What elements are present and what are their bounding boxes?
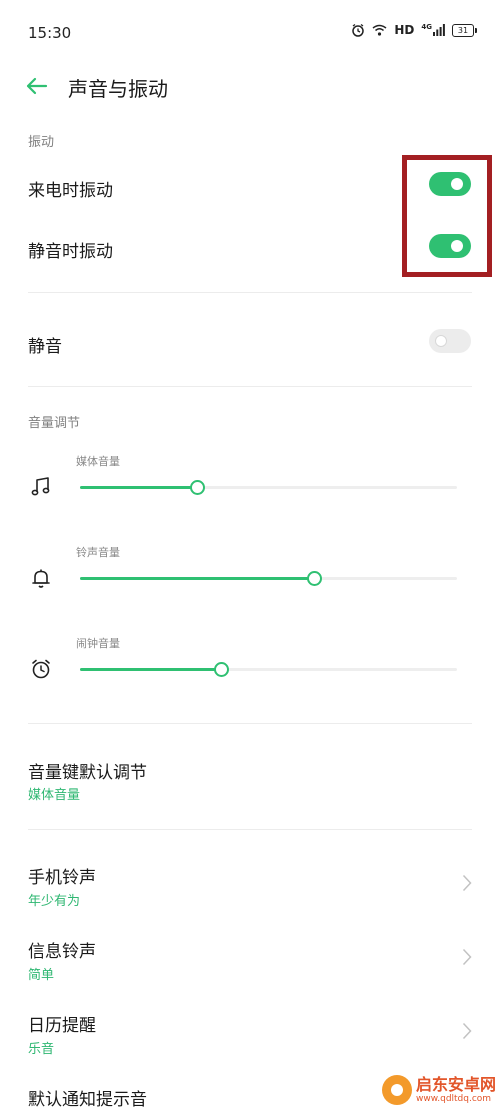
page-title: 声音与振动	[68, 77, 168, 101]
calendar-reminder-row[interactable]: 日历提醒 乐音	[0, 1000, 500, 1066]
message-ringtone-label: 信息铃声	[28, 942, 96, 962]
volume-key-default-row[interactable]: 音量键默认调节 媒体音量	[0, 745, 500, 813]
slider-fill	[80, 668, 222, 671]
divider	[28, 723, 472, 724]
wifi-icon	[372, 24, 387, 36]
volume-key-default-value: 媒体音量	[28, 788, 81, 803]
status-time: 15:30	[28, 24, 72, 42]
phone-ringtone-row[interactable]: 手机铃声 年少有为	[0, 852, 500, 918]
media-volume-caption: 媒体音量	[76, 455, 120, 468]
chevron-right-icon	[462, 874, 472, 892]
divider	[28, 292, 472, 293]
message-ringtone-value: 简单	[28, 968, 55, 983]
ringtone-volume-caption: 铃声音量	[76, 546, 120, 559]
alarm-volume-slider[interactable]	[80, 662, 457, 677]
volume-section-label: 音量调节	[28, 416, 81, 431]
toggle-knob	[435, 335, 447, 347]
phone-ringtone-label: 手机铃声	[28, 868, 96, 888]
slider-fill	[80, 486, 197, 489]
alarm-icon	[351, 23, 365, 37]
calendar-reminder-label: 日历提醒	[28, 1016, 96, 1036]
chevron-right-icon	[462, 1022, 472, 1040]
watermark: 启东安卓网 www.qdltdq.com	[381, 1075, 496, 1105]
slider-thumb[interactable]	[189, 480, 205, 495]
watermark-name: 启东安卓网	[415, 1075, 496, 1094]
network-type: 4G	[421, 23, 432, 31]
alarm-volume-caption: 闹钟音量	[76, 637, 120, 650]
divider	[28, 829, 472, 830]
back-arrow-icon[interactable]	[22, 72, 50, 100]
slider-thumb[interactable]	[214, 662, 230, 677]
default-notification-label: 默认通知提示音	[28, 1090, 147, 1110]
watermark-logo-icon	[381, 1075, 412, 1105]
volume-key-default-label: 音量键默认调节	[28, 763, 147, 783]
vibrate-on-call-label: 来电时振动	[28, 181, 113, 201]
battery-icon: 31	[452, 23, 477, 37]
hd-icon: HD	[394, 23, 415, 37]
ringtone-volume-slider[interactable]	[80, 571, 457, 586]
chevron-right-icon	[462, 948, 472, 966]
music-note-icon	[30, 476, 52, 498]
calendar-reminder-value: 乐音	[28, 1042, 55, 1057]
slider-fill	[80, 577, 314, 580]
bell-icon	[30, 567, 52, 589]
signal-icon: 4G	[421, 24, 445, 36]
highlight-box	[402, 155, 492, 277]
slider-thumb[interactable]	[306, 571, 322, 586]
phone-ringtone-value: 年少有为	[28, 894, 81, 909]
message-ringtone-row[interactable]: 信息铃声 简单	[0, 926, 500, 992]
status-icons: HD 4G 31	[351, 23, 477, 37]
vibrate-when-silent-label: 静音时振动	[28, 242, 113, 262]
vibration-section-label: 振动	[28, 135, 55, 150]
divider	[28, 386, 472, 387]
watermark-url: www.qdltdq.com	[415, 1094, 492, 1104]
mute-toggle[interactable]	[429, 329, 471, 353]
mute-label: 静音	[28, 337, 62, 357]
alarm-clock-icon	[30, 658, 52, 680]
media-volume-slider[interactable]	[80, 480, 457, 495]
